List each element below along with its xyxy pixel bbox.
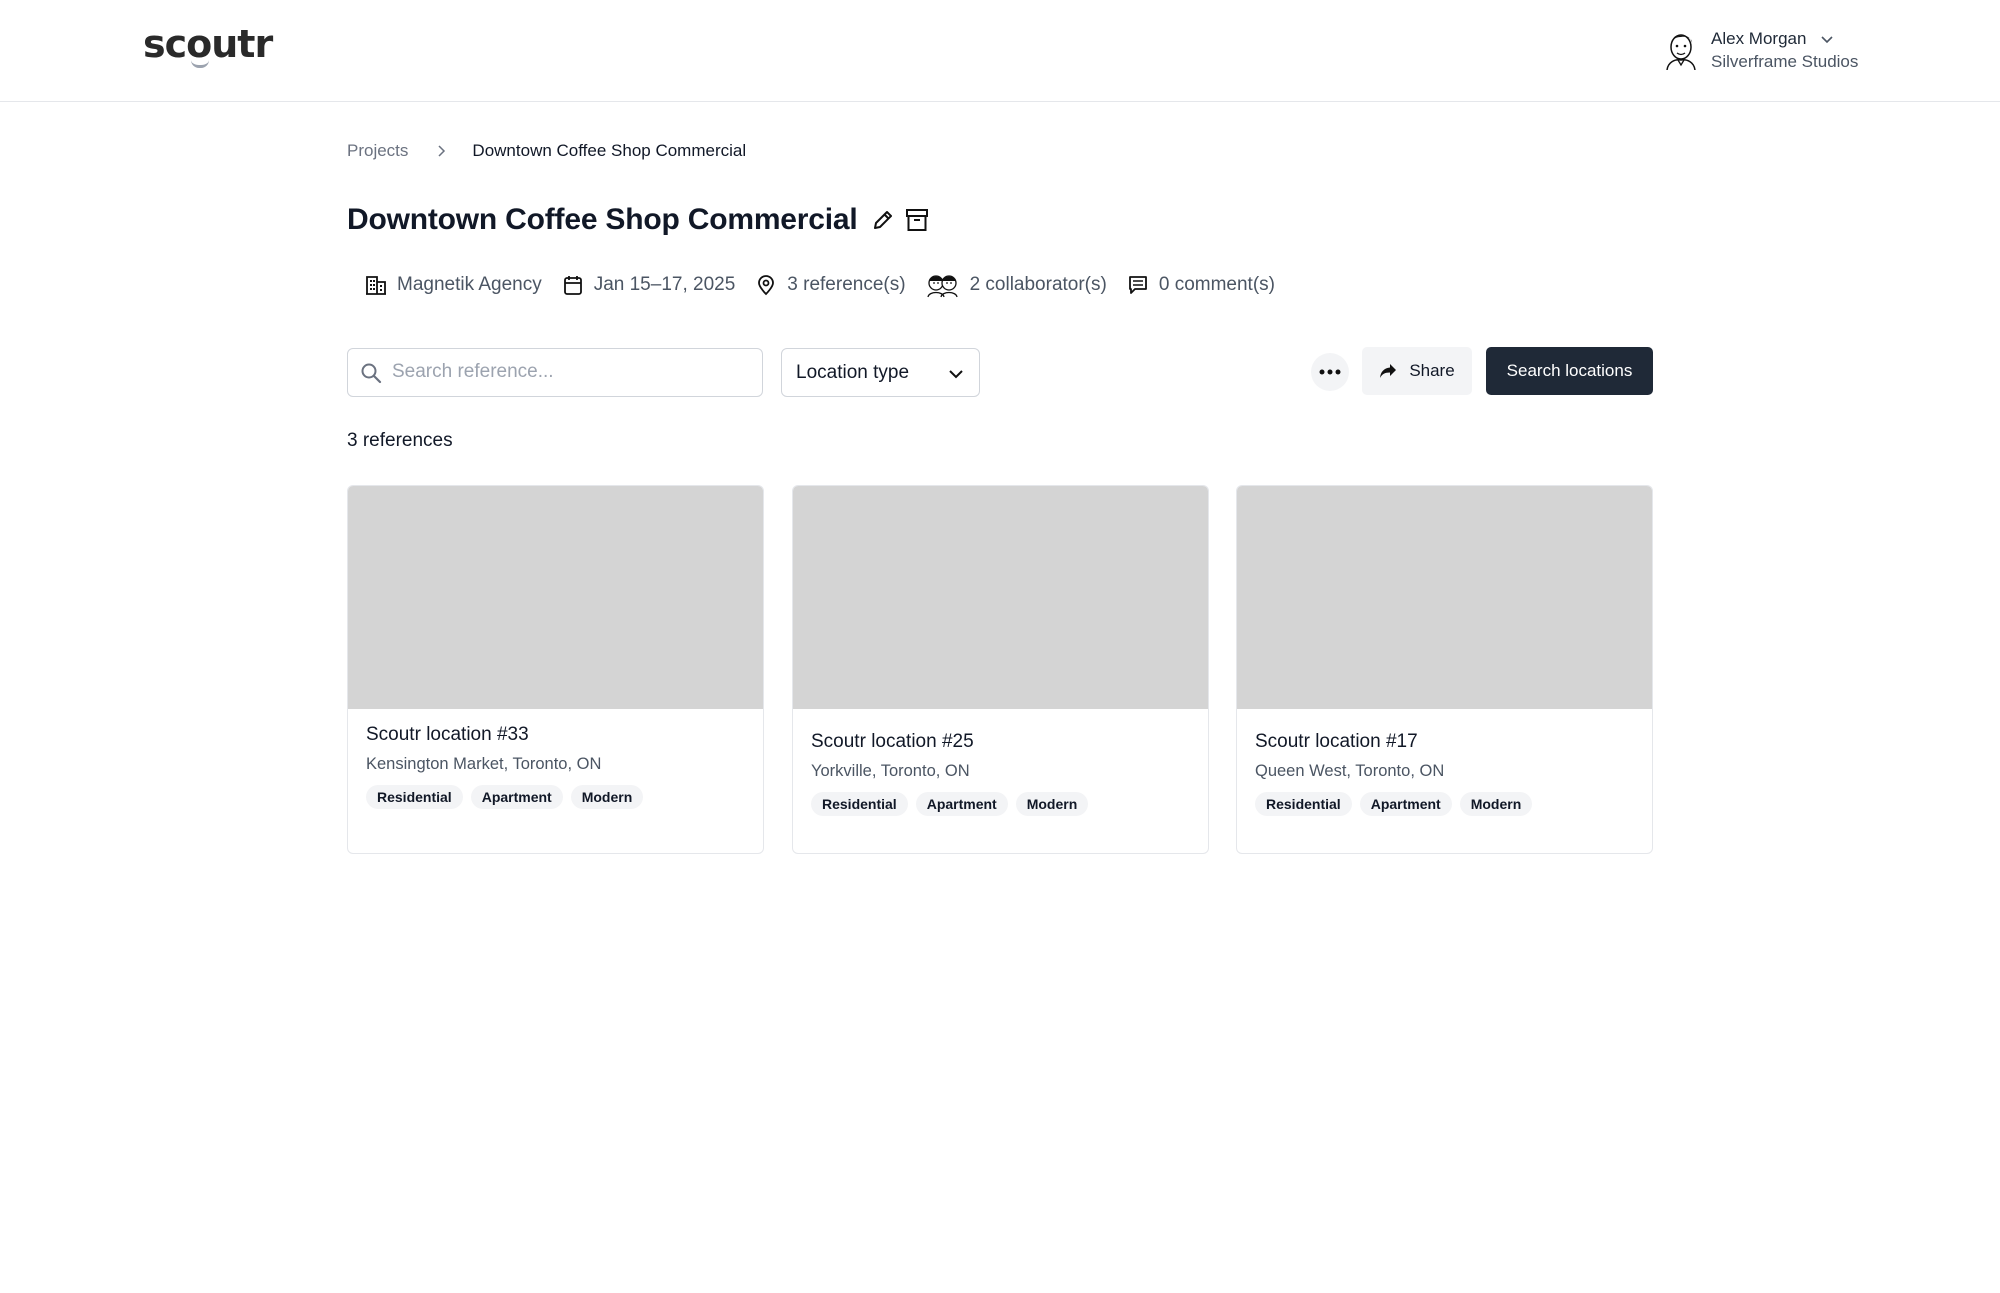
chevron-down-icon: [1821, 36, 1833, 44]
share-button-label: Share: [1409, 361, 1455, 380]
meta-dates: Jan 15–17, 2025: [562, 274, 736, 296]
archive-project-button[interactable]: [902, 205, 932, 235]
meta-comments[interactable]: 0 comment(s): [1127, 274, 1275, 296]
user-avatar-icon: [1666, 34, 1696, 70]
tag-modern: Modern: [1015, 792, 1089, 816]
archive-icon: [905, 209, 928, 231]
location-image-placeholder: [348, 486, 763, 709]
tag-apartment: Apartment: [915, 792, 1008, 816]
meta-agency: Magnetik Agency: [365, 274, 542, 296]
location-address: Yorkville, Toronto, ON: [811, 762, 970, 780]
user-organization: Silverframe Studios: [1711, 52, 1859, 71]
collaborator-count: 2 collaborator(s): [969, 274, 1107, 295]
tag-apartment: Apartment: [1359, 792, 1452, 816]
chevron-right-icon: [438, 145, 446, 157]
tag-modern: Modern: [1459, 792, 1533, 816]
search-icon: [361, 363, 382, 384]
user-menu[interactable]: Alex Morgan Silverframe Studios: [1663, 28, 1873, 74]
logo-pin-mark: [191, 60, 209, 68]
location-image-placeholder: [793, 486, 1208, 709]
edit-title-button[interactable]: [868, 205, 898, 235]
project-title-row: Downtown Coffee Shop Commercial: [347, 200, 932, 240]
tag-apartment: Apartment: [470, 785, 563, 809]
location-title: Scoutr location #17: [1255, 731, 1418, 752]
breadcrumb-projects-link[interactable]: Projects: [347, 141, 408, 161]
location-title: Scoutr location #33: [366, 724, 529, 745]
location-address: Queen West, Toronto, ON: [1255, 762, 1445, 780]
location-tags: Residential Apartment Modern: [366, 785, 651, 809]
meta-collaborators[interactable]: 2 collaborator(s): [926, 272, 1107, 298]
location-title: Scoutr location #25: [811, 731, 974, 752]
comment-count: 0 comment(s): [1158, 274, 1275, 295]
more-options-button[interactable]: [1311, 353, 1349, 391]
location-card[interactable]: Scoutr location #25 Yorkville, Toronto, …: [792, 485, 1209, 854]
share-button[interactable]: Share: [1362, 347, 1472, 395]
pencil-icon: [873, 211, 892, 229]
reference-count: 3 reference(s): [787, 274, 906, 295]
breadcrumb-current: Downtown Coffee Shop Commercial: [472, 141, 747, 160]
location-address: Kensington Market, Toronto, ON: [366, 755, 602, 773]
location-type-select[interactable]: Location type: [781, 348, 980, 397]
references-count: 3 references: [347, 430, 453, 451]
tag-residential: Residential: [366, 785, 463, 809]
breadcrumb: Projects Downtown Coffee Shop Commercial: [347, 140, 746, 162]
location-card[interactable]: Scoutr location #17 Queen West, Toronto,…: [1236, 485, 1653, 854]
tag-residential: Residential: [1255, 792, 1352, 816]
location-type-label: Location type: [796, 362, 910, 383]
top-navigation-bar: scoutr Alex Morgan Silverframe Studios: [0, 0, 2000, 102]
chevron-down-icon: [949, 370, 963, 379]
project-dates: Jan 15–17, 2025: [593, 274, 736, 295]
user-name: Alex Morgan: [1711, 29, 1807, 48]
search-reference-field[interactable]: [347, 348, 763, 397]
location-tags: Residential Apartment Modern: [811, 792, 1096, 816]
meta-references: 3 reference(s): [755, 274, 906, 296]
building-icon: [366, 276, 386, 295]
agency-name: Magnetik Agency: [397, 274, 542, 295]
location-tags: Residential Apartment Modern: [1255, 792, 1540, 816]
calendar-icon: [563, 276, 582, 295]
search-locations-button[interactable]: Search locations: [1486, 347, 1653, 395]
search-locations-label: Search locations: [1506, 361, 1633, 380]
tag-modern: Modern: [570, 785, 644, 809]
location-card[interactable]: Scoutr location #33 Kensington Market, T…: [347, 485, 764, 854]
comment-icon: [1128, 276, 1147, 294]
map-pin-icon: [758, 275, 775, 296]
ellipsis-icon: [1319, 369, 1341, 375]
project-meta-row: Magnetik Agency Jan 15–17, 2025 3 refere…: [365, 272, 1295, 298]
share-arrow-icon: [1380, 364, 1397, 378]
search-reference-input[interactable]: [392, 349, 752, 395]
tag-residential: Residential: [811, 792, 908, 816]
collaborator-avatars-icon: [926, 275, 958, 298]
location-image-placeholder: [1237, 486, 1652, 709]
page-title: Downtown Coffee Shop Commercial: [347, 203, 858, 236]
